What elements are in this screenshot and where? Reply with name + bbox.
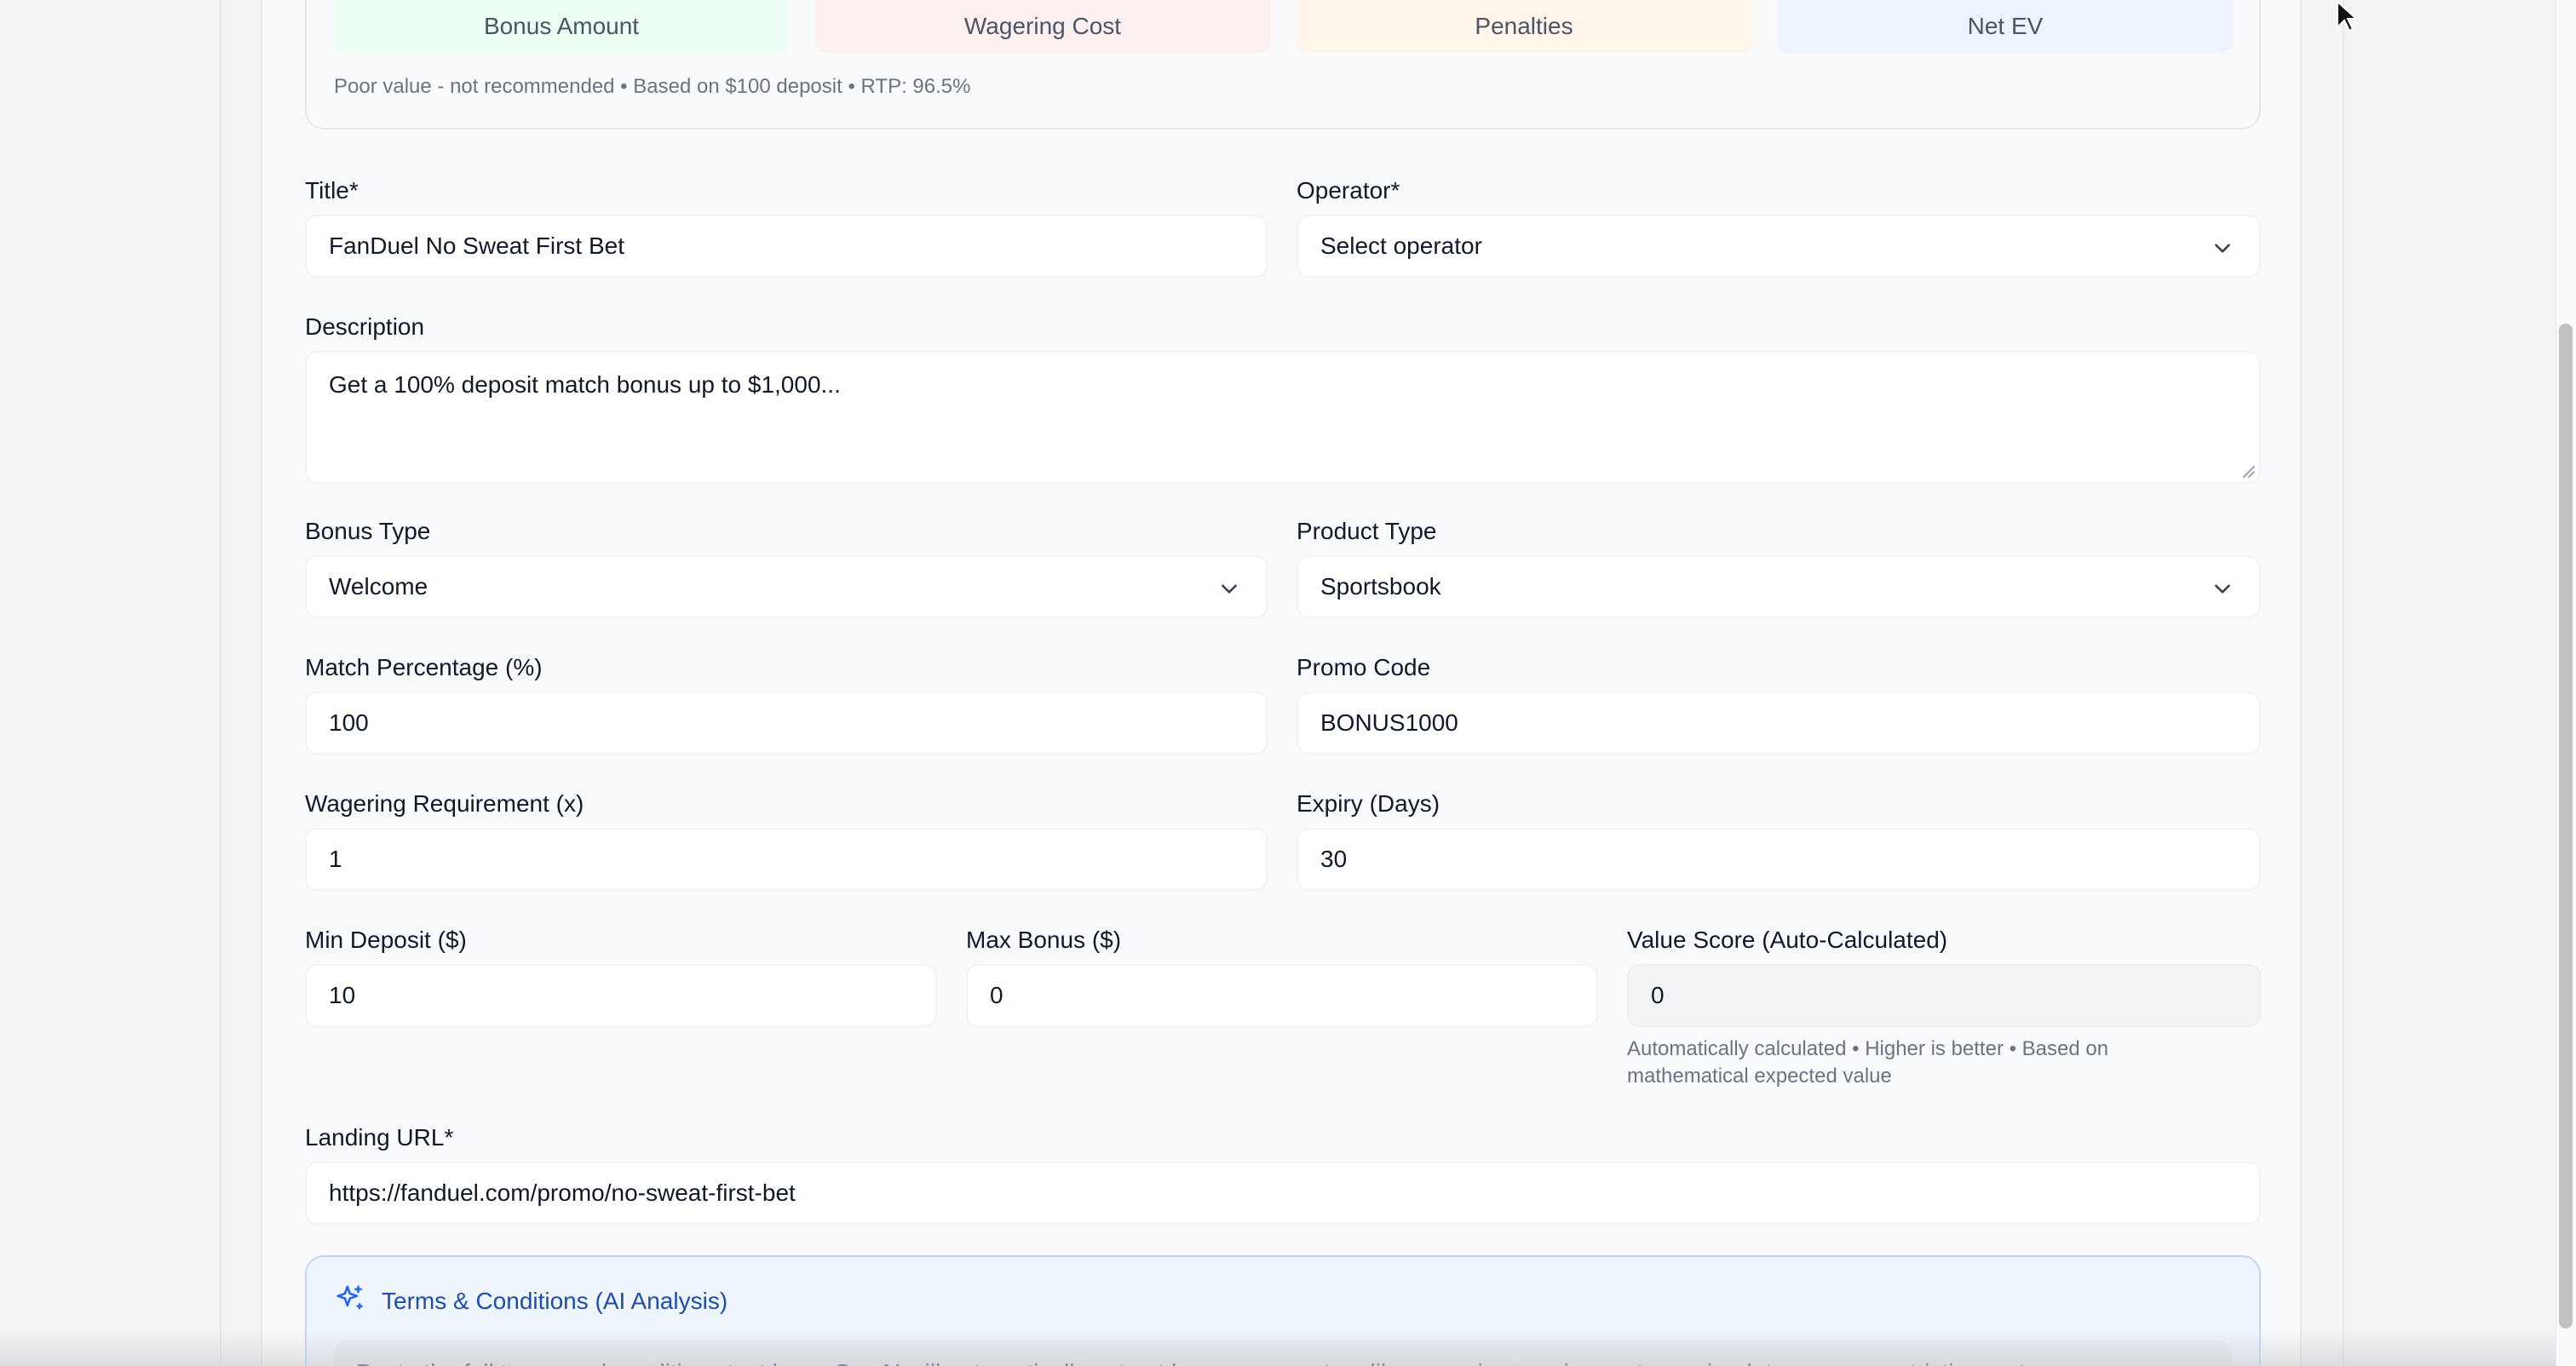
wagering-requirement-value: 1 [329,846,342,872]
value-score-value: 0 [1651,982,1665,1008]
description-value: Get a 100% deposit match bonus up to $1,… [329,371,841,398]
terms-title: Terms & Conditions (AI Analysis) [382,1288,728,1314]
wagering-requirement-label: Wagering Requirement (x) [305,790,584,817]
max-bonus-input[interactable]: 0 [966,964,1598,1027]
product-type-value: Sportsbook [1320,573,1441,600]
chevron-down-icon [2215,584,2230,594]
operator-label: Operator* [1297,177,1400,204]
net-ev-tile: Net EV [1778,0,2233,53]
title-label: Title* [305,177,359,204]
terms-textarea[interactable]: Paste the full terms and conditions text… [334,1340,2232,1366]
expiry-days-input[interactable]: 30 [1297,828,2261,891]
title-input[interactable]: FanDuel No Sweat First Bet [305,215,1268,278]
value-score-label: Value Score (Auto-Calculated) [1627,927,1948,953]
operator-select[interactable]: Select operator [1297,215,2261,278]
match-percentage-value: 100 [329,709,369,736]
promo-code-input[interactable]: BONUS1000 [1297,692,2261,755]
chevron-down-icon [1222,584,1237,594]
max-bonus-label: Max Bonus ($) [966,927,1122,953]
bonus-type-label: Bonus Type [305,518,431,544]
promo-code-value: BONUS1000 [1320,709,1458,736]
value-score-input: 0 [1627,964,2261,1027]
penalties-tile: Penalties [1297,0,1751,53]
ev-summary-note: Poor value - not recommended • Based on … [334,75,971,98]
expiry-days-label: Expiry (Days) [1297,790,1440,817]
landing-url-label: Landing URL* [305,1124,454,1151]
landing-url-value: https://fanduel.com/promo/no-sweat-first… [329,1179,796,1206]
scrollbar-thumb[interactable] [2559,324,2573,1329]
min-deposit-label: Min Deposit ($) [305,927,467,953]
min-deposit-value: 10 [329,982,356,1008]
match-percentage-label: Match Percentage (%) [305,654,543,680]
terms-placeholder: Paste the full terms and conditions text… [356,1359,2044,1366]
resize-handle-icon[interactable] [2240,463,2256,479]
match-percentage-input[interactable]: 100 [305,692,1268,755]
promo-code-label: Promo Code [1297,654,1431,680]
bonus-type-value: Welcome [329,573,428,600]
title-input-value: FanDuel No Sweat First Bet [329,232,625,259]
description-label: Description [305,313,425,340]
product-type-select[interactable]: Sportsbook [1297,555,2261,618]
value-score-hint: Automatically calculated • Higher is bet… [1627,1037,2109,1088]
bonus-amount-tile: Bonus Amount [334,0,789,53]
wagering-requirement-input[interactable]: 1 [305,828,1268,891]
product-type-label: Product Type [1297,518,1437,544]
chevron-down-icon [2215,244,2230,253]
wagering-cost-tile: Wagering Cost [815,0,1270,53]
min-deposit-input[interactable]: 10 [305,964,937,1027]
operator-select-value: Select operator [1320,232,1482,259]
description-textarea[interactable]: Get a 100% deposit match bonus up to $1,… [305,351,2261,484]
landing-url-input[interactable]: https://fanduel.com/promo/no-sweat-first… [305,1162,2261,1225]
sparkles-icon [336,1285,363,1310]
mouse-cursor-icon [2337,0,2358,32]
expiry-days-value: 30 [1320,846,1348,872]
bonus-type-select[interactable]: Welcome [305,555,1268,618]
max-bonus-value: 0 [990,982,1003,1008]
